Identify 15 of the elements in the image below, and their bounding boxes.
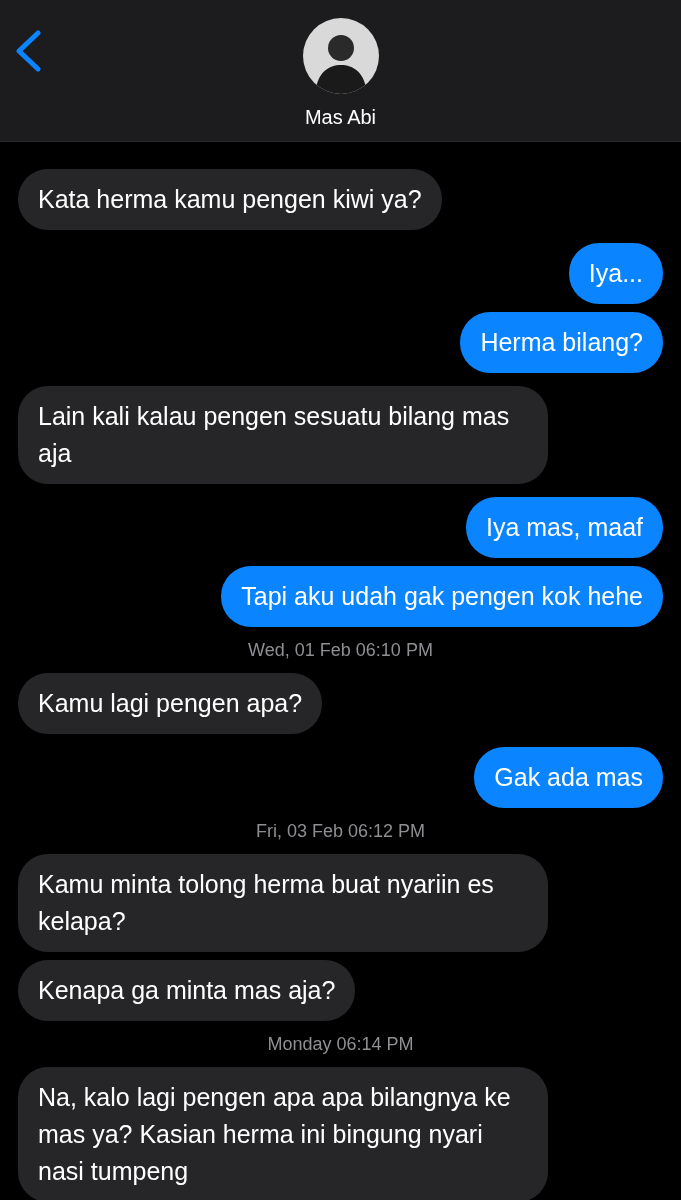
received-message: Kata herma kamu pengen kiwi ya?: [18, 169, 442, 230]
received-message: Kenapa ga minta mas aja?: [18, 960, 356, 1021]
received-message: Kamu lagi pengen apa?: [18, 673, 323, 734]
sent-message: Herma bilang?: [460, 312, 663, 373]
received-message: Na, kalo lagi pengen apa apa bilangnya ke mas ya? Kasian herma ini bingung nyari nasi tumpeng: [18, 1067, 548, 1200]
timestamp: Wed, 01 Feb 06:10 PM: [248, 640, 433, 661]
contact-name: Mas Abi: [304, 106, 377, 129]
sent-message: Iya...: [568, 243, 663, 304]
sent-message: Tapi aku udah gak pengen kok hehe: [221, 566, 663, 627]
received-message: Kamu minta tolong herma buat nyariin es kelapa?: [18, 854, 548, 952]
timestamp: Fri, 03 Feb 06:12 PM: [255, 821, 426, 842]
sent-message: Iya mas, maaf: [466, 497, 663, 558]
sent-message: Gak ada mas: [474, 747, 663, 808]
timestamp: Monday 06:14 PM: [267, 1034, 414, 1055]
received-message: Lain kali kalau pengen sesuatu bilang mas aja: [18, 386, 548, 484]
